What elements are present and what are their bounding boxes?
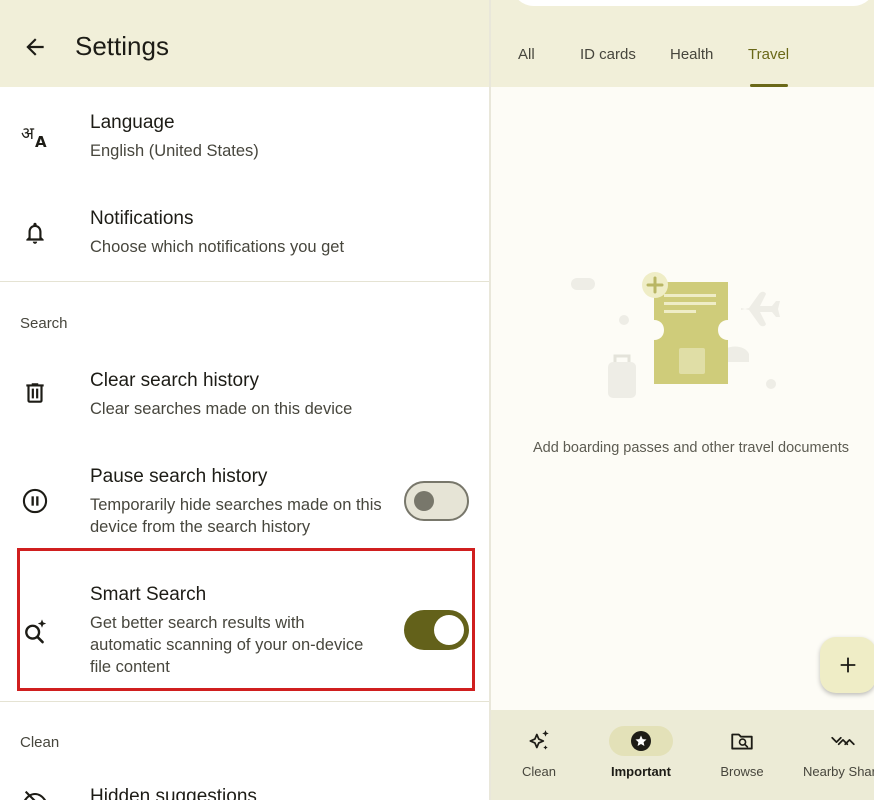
pause-search-history-subtitle: Temporarily hide searches made on this d…	[90, 496, 382, 536]
tab-health[interactable]: Health	[670, 46, 713, 63]
tab-all[interactable]: All	[518, 46, 535, 63]
svg-text:अ: अ	[21, 124, 35, 144]
settings-header: Settings	[0, 0, 489, 87]
notifications-subtitle: Choose which notifications you get	[90, 238, 345, 256]
trash-icon	[18, 376, 52, 410]
pause-circle-icon	[18, 484, 52, 518]
tab-travel[interactable]: Travel	[748, 46, 789, 63]
language-title: Language	[90, 112, 175, 133]
nav-important-label: Important	[611, 764, 671, 779]
arrow-back-icon	[26, 38, 44, 56]
bottom-navigation: Clean Important Browse Nearby Shar	[491, 710, 874, 800]
clear-search-history-subtitle: Clear searches made on this device	[90, 400, 353, 418]
search-bar[interactable]	[511, 0, 874, 6]
travel-empty-illustration	[571, 272, 780, 398]
empty-state-text: Add boarding passes and other travel doc…	[533, 440, 849, 456]
important-panel: All ID cards Health Travel Add boarding …	[491, 0, 874, 800]
pause-search-history-toggle[interactable]	[404, 481, 469, 521]
translate-icon: अ A	[18, 118, 52, 152]
notifications-setting[interactable]: Notifications Choose which notifications…	[0, 196, 489, 282]
settings-panel: Settings अ A Language English (United St…	[0, 0, 489, 800]
plus-icon	[840, 657, 856, 673]
highlight-box	[17, 548, 475, 691]
language-subtitle: English (United States)	[90, 142, 259, 160]
nav-clean[interactable]: Clean	[509, 710, 569, 800]
folder-search-icon	[712, 726, 772, 756]
hidden-suggestions-title: Hidden suggestions	[90, 786, 257, 800]
nav-nearby-share[interactable]: Nearby Share	[803, 710, 874, 800]
notifications-title: Notifications	[90, 208, 194, 229]
add-fab-button[interactable]	[820, 637, 874, 693]
back-button[interactable]	[20, 32, 50, 62]
toggle-knob	[414, 491, 434, 511]
clean-section-label: Clean	[20, 734, 60, 751]
nav-clean-label: Clean	[522, 764, 556, 779]
pause-search-history-setting[interactable]: Pause search history Temporarily hide se…	[0, 452, 489, 548]
language-setting[interactable]: अ A Language English (United States)	[0, 100, 489, 186]
clear-search-history-title: Clear search history	[90, 370, 259, 391]
pause-search-history-title: Pause search history	[90, 466, 268, 487]
divider	[0, 701, 489, 702]
divider	[0, 281, 489, 282]
tabs-header: All ID cards Health Travel	[491, 0, 874, 87]
sparkle-icon	[509, 726, 569, 756]
hidden-suggestions-setting[interactable]: Hidden suggestions	[0, 776, 489, 800]
star-circle-icon	[609, 726, 673, 756]
svg-text:A: A	[35, 133, 47, 151]
nav-nearby-share-label: Nearby Share	[803, 764, 874, 779]
search-section-label: Search	[20, 315, 68, 332]
nav-important[interactable]: Important	[609, 710, 673, 800]
nav-browse-label: Browse	[720, 764, 764, 779]
hidden-icon	[18, 784, 52, 800]
bell-icon	[18, 216, 52, 250]
tab-id-cards[interactable]: ID cards	[580, 46, 636, 63]
page-title: Settings	[75, 31, 169, 61]
nearby-share-icon	[813, 726, 873, 756]
clear-search-history-setting[interactable]: Clear search history Clear searches made…	[0, 356, 489, 442]
nav-browse[interactable]: Browse	[712, 710, 772, 800]
active-tab-indicator	[750, 84, 788, 87]
